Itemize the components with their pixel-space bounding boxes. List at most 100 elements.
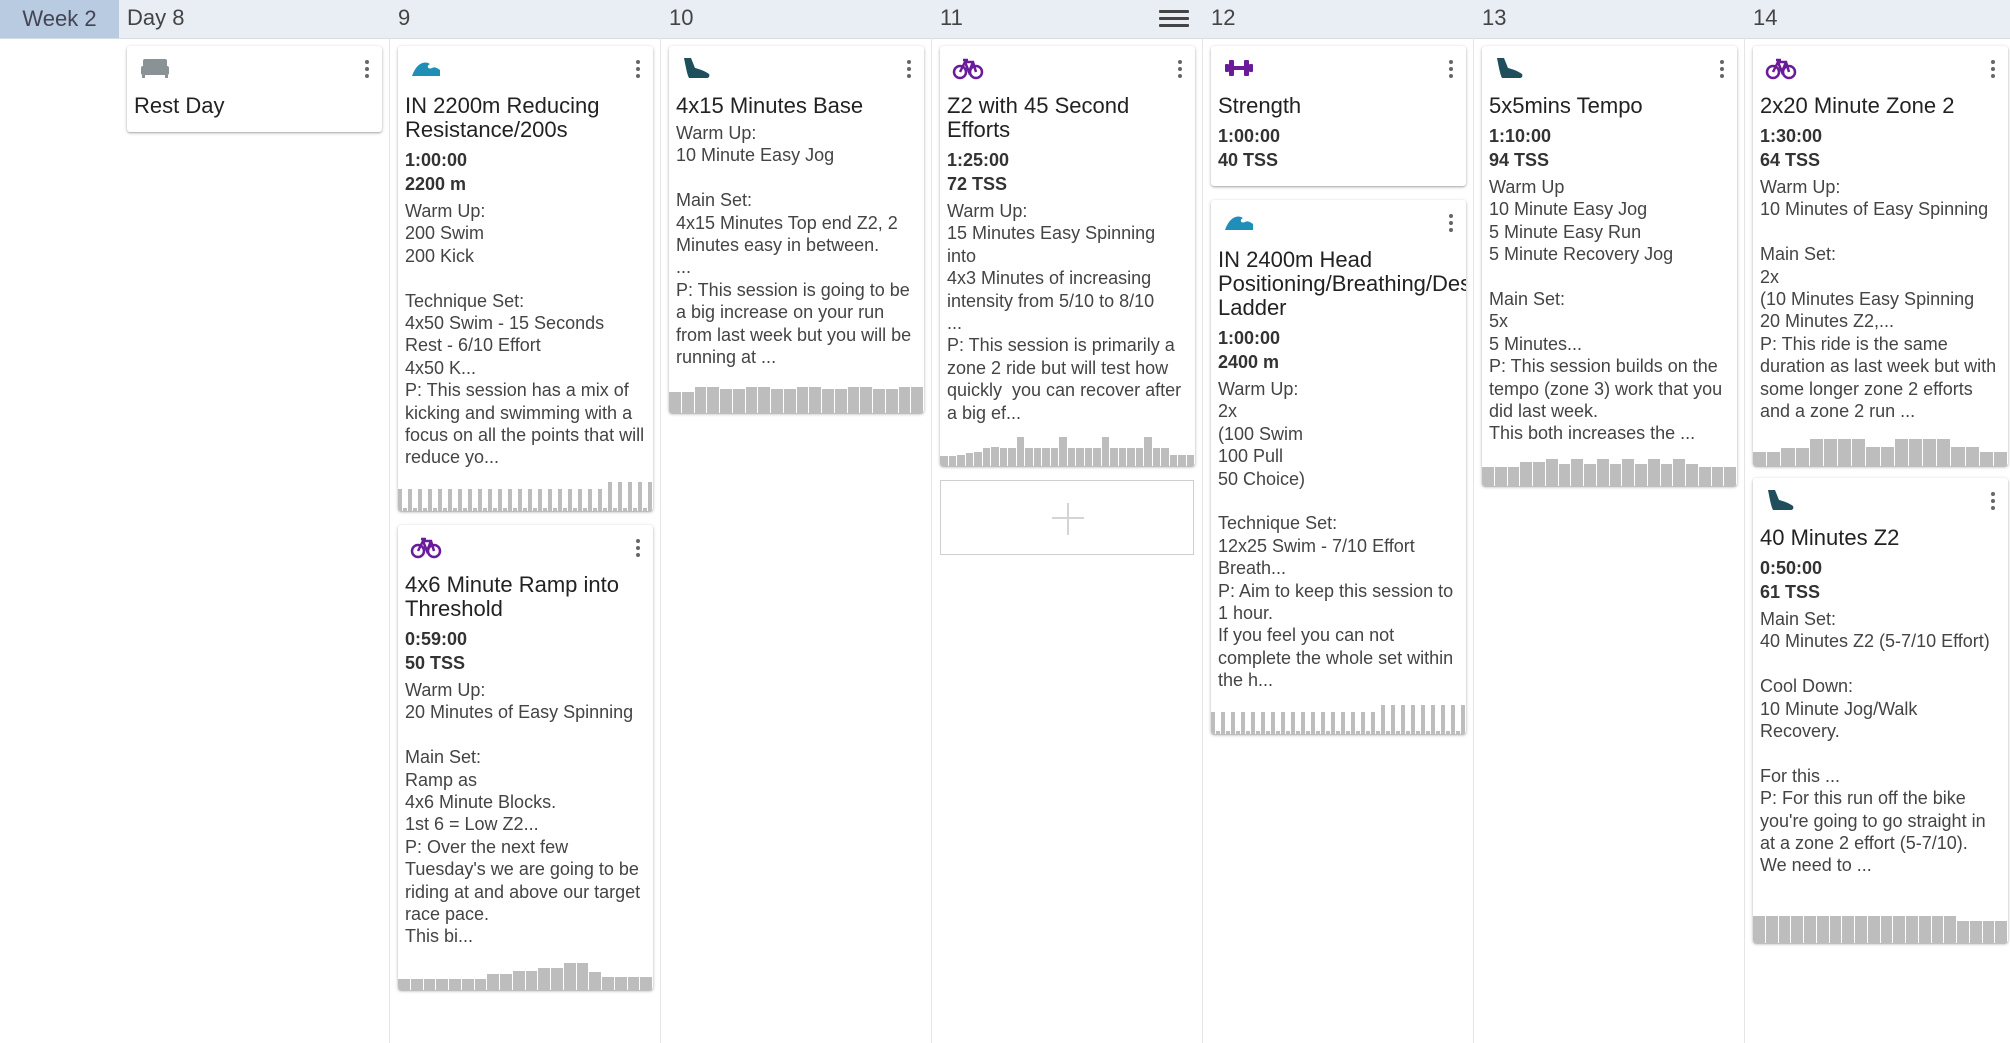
day-label-9[interactable]: 9 xyxy=(398,0,410,38)
intensity-bar xyxy=(1545,458,1558,486)
intensity-bar xyxy=(1724,466,1736,486)
intensity-bar xyxy=(474,978,487,990)
intensity-bar xyxy=(1686,463,1698,486)
workout-card-swim[interactable]: IN 2400m Head Positioning/Breathing/Desc… xyxy=(1211,200,1466,734)
workout-card-run[interactable]: 4x15 Minutes Base Warm Up: 10 Minute Eas… xyxy=(669,46,924,413)
card-menu-icon[interactable] xyxy=(633,58,643,82)
intensity-bar xyxy=(1866,446,1880,466)
day-label-11[interactable]: 11 xyxy=(940,0,963,38)
day-label-10[interactable]: 10 xyxy=(669,0,693,38)
intensity-bar xyxy=(603,507,607,511)
intensity-bar xyxy=(1406,730,1410,734)
workout-duration: 1:00:00 xyxy=(1218,126,1281,146)
intensity-bar xyxy=(498,488,502,511)
bike-icon xyxy=(952,58,984,80)
card-menu-icon[interactable] xyxy=(362,58,372,82)
card-menu-icon[interactable] xyxy=(1717,58,1727,82)
intensity-bar xyxy=(681,392,694,413)
day-label-8[interactable]: Day 8 xyxy=(127,0,184,38)
intensity-bar xyxy=(598,488,602,511)
workout-card-run[interactable]: 40 Minutes Z2 0:50:00 61 TSS Main Set: 4… xyxy=(1753,478,2008,943)
column-divider xyxy=(1473,38,1474,1043)
card-menu-icon[interactable] xyxy=(1988,58,1998,82)
card-menu-icon[interactable] xyxy=(1446,212,1456,236)
intensity-bar xyxy=(528,488,532,511)
intensity-bar xyxy=(1507,466,1520,486)
card-menu-icon[interactable] xyxy=(904,58,914,82)
intensity-bar xyxy=(553,507,557,511)
intensity-bar xyxy=(593,507,597,511)
workout-card-bike[interactable]: 4x6 Minute Ramp into Threshold 0:59:00 5… xyxy=(398,525,653,990)
shoe-icon xyxy=(1768,490,1794,510)
workout-tss: 64 TSS xyxy=(1760,150,1821,170)
intensity-bar xyxy=(999,448,1007,466)
intensity-bar xyxy=(423,507,427,511)
hamburger-menu-icon[interactable] xyxy=(1157,6,1191,32)
day-label-14[interactable]: 14 xyxy=(1753,0,1777,38)
intensity-bar xyxy=(453,507,457,511)
intensity-bar xyxy=(1306,730,1310,734)
workout-card-bike[interactable]: 2x20 Minute Zone 2 1:30:00 64 TSS Warm U… xyxy=(1753,46,2008,466)
intensity-bar xyxy=(1482,466,1494,486)
intensity-bar xyxy=(398,978,410,990)
intensity-bar xyxy=(1431,705,1435,734)
workout-description: Main Set: 40 Minutes Z2 (5-7/10 Effort) … xyxy=(1760,609,1990,876)
week-label[interactable]: Week 2 xyxy=(0,0,119,38)
card-menu-icon[interactable] xyxy=(1446,58,1456,82)
intensity-graph xyxy=(1753,434,2008,466)
intensity-bar xyxy=(493,507,497,511)
intensity-bar xyxy=(418,488,422,511)
workout-card-bike[interactable]: Z2 with 45 Second Efforts 1:25:00 72 TSS… xyxy=(940,46,1195,466)
workout-card-rest-day[interactable]: Rest Day xyxy=(127,46,382,132)
intensity-bar xyxy=(1231,711,1235,734)
card-menu-icon[interactable] xyxy=(1988,490,1998,514)
intensity-bar xyxy=(1226,730,1230,734)
day-label-13[interactable]: 13 xyxy=(1482,0,1506,38)
workout-description: Warm Up: 10 Minutes of Easy Spinning Mai… xyxy=(1760,177,1997,422)
workout-duration: 0:59:00 xyxy=(405,629,468,649)
intensity-bar xyxy=(1441,705,1445,734)
intensity-bar xyxy=(991,446,999,466)
intensity-bar xyxy=(720,389,732,413)
workout-card-run[interactable]: 5x5mins Tempo 1:10:00 94 TSS Warm Up 10 … xyxy=(1482,46,1737,486)
workout-title: 5x5mins Tempo xyxy=(1489,93,1643,118)
intensity-bar xyxy=(1584,463,1596,486)
intensity-bar xyxy=(911,387,923,413)
intensity-bar xyxy=(1371,711,1375,734)
workout-duration: 0:50:00 xyxy=(1760,558,1823,578)
intensity-bar xyxy=(1416,730,1420,734)
intensity-bar xyxy=(568,488,572,511)
intensity-bar xyxy=(1042,448,1050,466)
intensity-bar xyxy=(873,389,885,413)
intensity-bar xyxy=(614,977,627,990)
workout-tss: 40 TSS xyxy=(1218,150,1279,170)
intensity-bar xyxy=(423,978,436,990)
intensity-bar xyxy=(1673,458,1685,486)
intensity-bar xyxy=(643,507,647,511)
intensity-bar xyxy=(558,488,562,511)
add-workout-button[interactable] xyxy=(940,480,1194,555)
workout-card-strength[interactable]: Strength 1:00:00 40 TSS xyxy=(1211,46,1466,186)
intensity-bar xyxy=(1894,438,1908,466)
intensity-bar xyxy=(1033,448,1041,466)
intensity-bar xyxy=(623,507,627,511)
intensity-bar xyxy=(1753,451,1767,466)
workout-card-swim[interactable]: IN 2200m Reducing Resistance/200s 1:00:0… xyxy=(398,46,653,511)
day-label-12[interactable]: 12 xyxy=(1211,0,1235,38)
intensity-bar xyxy=(478,488,482,511)
intensity-bar xyxy=(860,387,872,413)
intensity-bar xyxy=(1957,920,1969,943)
intensity-bar xyxy=(1366,730,1370,734)
intensity-bar xyxy=(1236,730,1240,734)
intensity-bar xyxy=(1829,915,1842,943)
card-menu-icon[interactable] xyxy=(1175,58,1185,82)
intensity-bar xyxy=(588,488,592,511)
intensity-bar xyxy=(1804,915,1816,943)
intensity-bar xyxy=(1711,466,1724,486)
intensity-bar xyxy=(1169,454,1177,466)
card-menu-icon[interactable] xyxy=(633,537,643,561)
intensity-bar xyxy=(461,978,474,990)
intensity-bar xyxy=(1135,448,1143,466)
intensity-bar xyxy=(1266,730,1270,734)
intensity-bar xyxy=(1880,446,1894,466)
